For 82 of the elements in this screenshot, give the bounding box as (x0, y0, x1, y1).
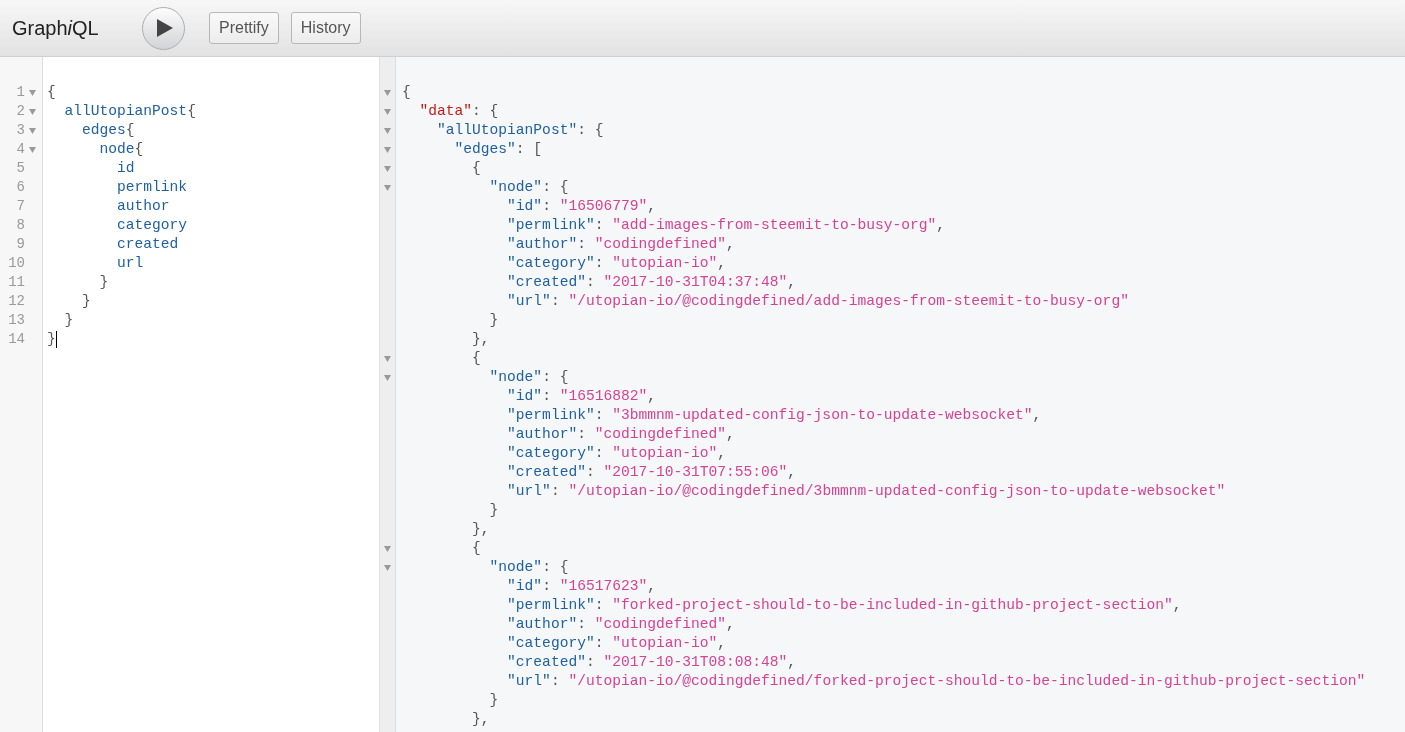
code-line: "author": "codingdefined", (506, 425, 735, 444)
line-number: 4 (16, 140, 25, 159)
fold-arrow-icon[interactable] (384, 184, 391, 191)
play-icon (157, 19, 173, 37)
toolbar-button[interactable]: Prettify (209, 12, 279, 44)
line-number: 10 (8, 254, 25, 273)
code-line: } (98, 273, 109, 292)
line-number: 11 (8, 273, 25, 292)
line-number: 9 (16, 235, 25, 254)
code-line: "category": "utopian-io", (506, 254, 727, 273)
code-line: "permlink": "add-images-from-steemit-to-busy-org", (506, 216, 945, 235)
line-number: 5 (16, 159, 25, 178)
code-line: "id": "16506779", (506, 197, 656, 216)
code-line: "created": "2017-10-31T08:08:48", (506, 653, 797, 672)
code-line: { (47, 83, 56, 102)
code-line: { (471, 539, 481, 558)
code-line: "data": { (418, 102, 499, 121)
query-editor[interactable]: 1 2 3 4 5 6 7 8 9 10 11 12 13 14 { allUtopianPost{ edges{ node{ id permlink author category created url } } } } (0, 57, 380, 732)
fold-arrow-icon[interactable] (384, 545, 391, 552)
line-number: 1 (16, 83, 25, 102)
code-line: } (63, 311, 74, 330)
code-line: "node": { (488, 558, 569, 577)
code-line: } (488, 501, 499, 520)
code-line: "node": { (488, 178, 569, 197)
code-line: { (471, 159, 481, 178)
fold-arrow-icon[interactable] (29, 146, 36, 153)
run-button[interactable] (142, 6, 185, 50)
line-number: 8 (16, 216, 25, 235)
code-line: "allUtopianPost": { (436, 121, 604, 140)
code-line: "created": "2017-10-31T04:37:48", (506, 273, 797, 292)
toolbar-button[interactable]: History (290, 12, 361, 44)
code-line: author (116, 197, 170, 216)
code-line: }, (471, 710, 490, 729)
fold-arrow-icon[interactable] (384, 89, 391, 96)
code-line: "url": "/utopian-io/@codingdefined/forked-project-should-to-be-included-in-github-project-section" (506, 672, 1366, 691)
code-line: "author": "codingdefined", (506, 615, 735, 634)
fold-arrow-icon[interactable] (384, 355, 391, 362)
code-line: }, (471, 330, 490, 349)
line-number: 3 (16, 121, 25, 140)
fold-arrow-icon[interactable] (384, 374, 391, 381)
fold-arrow-icon[interactable] (384, 564, 391, 571)
fold-arrow-icon[interactable] (384, 127, 391, 134)
line-number: 14 (8, 330, 25, 349)
fold-arrow-icon[interactable] (29, 127, 36, 134)
code-line: "id": "16516882", (506, 387, 656, 406)
line-number: 7 (16, 197, 25, 216)
code-line: created (116, 235, 179, 254)
fold-arrow-icon[interactable] (384, 146, 391, 153)
code-line: "author": "codingdefined", (506, 235, 735, 254)
fold-arrow-icon[interactable] (384, 108, 391, 115)
fold-arrow-icon[interactable] (29, 89, 36, 96)
code-line: node{ (98, 140, 144, 159)
code-line: id (116, 159, 135, 178)
code-line: }, (471, 520, 490, 539)
code-line: "url": "/utopian-io/@codingdefined/add-images-from-steemit-to-busy-org" (506, 292, 1129, 311)
code-line: "node": { (488, 368, 569, 387)
code-line: } (47, 330, 56, 349)
line-number: 13 (8, 311, 25, 330)
line-number: 2 (16, 102, 25, 121)
code-line: "id": "16517623", (506, 577, 656, 596)
fold-arrow-icon[interactable] (384, 165, 391, 172)
code-line: edges{ (81, 121, 135, 140)
code-line: { (402, 83, 411, 102)
code-line: "category": "utopian-io", (506, 444, 727, 463)
code-line: { (471, 349, 481, 368)
app-title: GraphiQL (12, 16, 100, 41)
code-line: "permlink": "forked-project-should-to-be-included-in-github-project-section", (506, 596, 1182, 615)
code-line: url (116, 254, 144, 273)
line-number: 12 (8, 292, 25, 311)
code-line: "permlink": "3bmmnm-updated-config-json-to-update-websocket", (506, 406, 1042, 425)
fold-arrow-icon[interactable] (29, 108, 36, 115)
line-number: 6 (16, 178, 25, 197)
code-line: "url": "/utopian-io/@codingdefined/3bmmnm-updated-config-json-to-update-websocket" (506, 482, 1226, 501)
code-line: } (488, 311, 499, 330)
code-line: } (81, 292, 91, 311)
code-line: allUtopianPost{ (63, 102, 196, 121)
code-line: } (488, 691, 499, 710)
code-line: "category": "utopian-io", (506, 634, 727, 653)
code-line: category (116, 216, 188, 235)
code-line: permlink (116, 178, 188, 197)
code-line: "created": "2017-10-31T07:55:06", (506, 463, 797, 482)
code-line: "edges": [ (453, 140, 543, 159)
